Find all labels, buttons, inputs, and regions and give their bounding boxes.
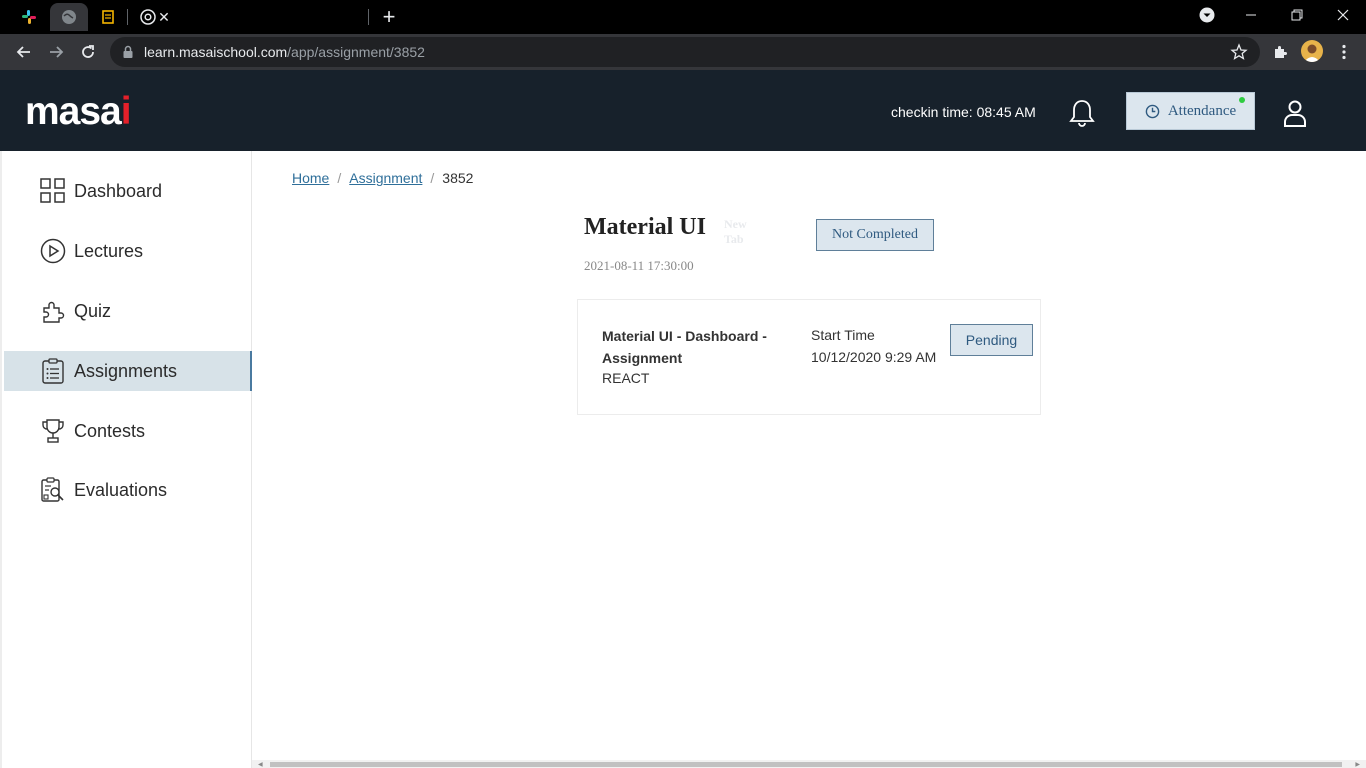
attendance-button[interactable]: Attendance bbox=[1126, 92, 1255, 130]
online-status-dot bbox=[1239, 97, 1245, 103]
horizontal-scrollbar[interactable]: ◀ ▶ bbox=[252, 760, 1366, 768]
reload-icon bbox=[82, 45, 94, 58]
tab-slack[interactable] bbox=[10, 3, 48, 31]
extensions-button[interactable] bbox=[1266, 38, 1294, 66]
pending-status-button[interactable]: Pending bbox=[950, 324, 1033, 356]
browser-toolbar: learn.masaischool.com/app/assignment/385… bbox=[0, 34, 1366, 70]
chrome-icon bbox=[140, 9, 156, 25]
page-title: Material UI bbox=[584, 214, 706, 240]
page-root: New Tab ✕ + learn.masaischool.com/app/as… bbox=[0, 0, 1366, 768]
sidebar-item-lectures[interactable]: Lectures bbox=[4, 231, 252, 271]
assignment-date: 2021-08-11 17:30:00 bbox=[584, 258, 694, 273]
sidebar-item-label: Dashboard bbox=[74, 180, 163, 201]
scrollbar-thumb[interactable] bbox=[270, 762, 1342, 767]
puzzle-icon bbox=[40, 298, 66, 324]
sidebar-item-label: Evaluations bbox=[74, 479, 168, 500]
sidebar-item-contests[interactable]: Contests bbox=[4, 411, 252, 451]
start-time-value: 10/12/2020 9:29 AM bbox=[811, 349, 937, 365]
breadcrumb-assignment-link[interactable]: Assignment bbox=[349, 170, 422, 186]
puzzle-extension-icon bbox=[1275, 46, 1287, 58]
dashboard-grid-icon bbox=[40, 178, 66, 204]
restore-icon bbox=[1291, 9, 1303, 21]
minimize-button[interactable] bbox=[1228, 0, 1274, 30]
close-icon bbox=[1337, 9, 1349, 21]
clipboard-list-icon bbox=[40, 358, 66, 384]
breadcrumb: Home / Assignment / 3852 bbox=[292, 170, 473, 186]
url-host: learn.masaischool.com bbox=[144, 44, 288, 60]
evaluation-icon bbox=[40, 477, 66, 503]
scroll-left-icon[interactable]: ◀ bbox=[258, 761, 263, 768]
assignment-card-tag: REACT bbox=[602, 370, 650, 386]
sidebar-item-quiz[interactable]: Quiz bbox=[4, 291, 252, 331]
url-text: learn.masaischool.com/app/assignment/385… bbox=[144, 44, 425, 60]
sidebar-item-evaluations[interactable]: Evaluations bbox=[4, 470, 252, 510]
user-icon[interactable] bbox=[1283, 99, 1307, 127]
trophy-icon bbox=[40, 418, 66, 444]
start-time-label: Start Time bbox=[811, 327, 875, 343]
app-header: masai checkin time: 08:45 AM Attendance bbox=[0, 70, 1366, 151]
status-badge: Not Completed bbox=[816, 219, 934, 251]
sidebar-item-assignments[interactable]: Assignments bbox=[4, 351, 252, 391]
logo-text: masa bbox=[25, 90, 122, 133]
close-window-button[interactable] bbox=[1320, 0, 1366, 30]
sidebar-item-label: Contests bbox=[74, 420, 146, 441]
breadcrumb-separator: / bbox=[430, 170, 435, 186]
profile-avatar[interactable] bbox=[1301, 40, 1323, 62]
breadcrumb-home-link[interactable]: Home bbox=[292, 170, 329, 186]
clock-icon bbox=[1145, 104, 1160, 118]
restore-button[interactable] bbox=[1274, 0, 1320, 30]
scroll-right-icon[interactable]: ▶ bbox=[1355, 761, 1360, 768]
sidebar-item-dashboard[interactable]: Dashboard bbox=[4, 171, 252, 211]
browser-tab-strip: New Tab ✕ + bbox=[0, 0, 1366, 246]
assignment-card-title: Material UI - Dashboard - Assignment bbox=[602, 328, 767, 366]
back-button[interactable] bbox=[10, 38, 38, 66]
tab-notes[interactable] bbox=[89, 3, 127, 31]
tab-divider bbox=[368, 9, 369, 25]
globe-icon bbox=[62, 10, 76, 24]
attendance-label: Attendance bbox=[1167, 102, 1237, 119]
checkin-time: checkin time: 08:45 AM bbox=[891, 104, 1036, 120]
more-vertical-icon bbox=[1342, 44, 1346, 60]
address-bar[interactable]: learn.masaischool.com/app/assignment/385… bbox=[110, 37, 1260, 67]
tab-search-button[interactable] bbox=[1184, 0, 1230, 30]
arrow-right-icon bbox=[50, 46, 64, 58]
breadcrumb-separator: / bbox=[337, 170, 342, 186]
sidebar-item-label: Lectures bbox=[74, 240, 144, 261]
notes-icon bbox=[102, 10, 114, 24]
assignment-card[interactable]: Material UI - Dashboard - Assignment REA… bbox=[577, 299, 1041, 415]
masai-logo[interactable]: masai bbox=[25, 90, 132, 134]
logo-accent: i bbox=[120, 90, 132, 133]
play-circle-icon bbox=[40, 238, 66, 264]
chevron-down-circle-icon bbox=[1199, 7, 1215, 23]
tab-new-tab[interactable]: New Tab ✕ bbox=[132, 3, 747, 246]
profile-photo-icon bbox=[1304, 44, 1320, 62]
new-tab-button[interactable]: + bbox=[377, 6, 401, 28]
sidebar-item-label: Quiz bbox=[74, 300, 112, 321]
tab-active-masai[interactable] bbox=[50, 3, 88, 31]
bell-icon[interactable] bbox=[1068, 98, 1096, 128]
reload-button[interactable] bbox=[74, 38, 102, 66]
bookmark-star-icon[interactable] bbox=[1230, 43, 1248, 61]
minimize-icon bbox=[1246, 14, 1256, 16]
breadcrumb-current: 3852 bbox=[442, 170, 474, 186]
sidebar-item-label: Assignments bbox=[74, 360, 178, 381]
sidebar: Dashboard Lectures Quiz Assignments Cont… bbox=[0, 151, 252, 768]
close-tab-icon[interactable]: ✕ bbox=[156, 9, 172, 25]
forward-button[interactable] bbox=[42, 38, 70, 66]
tab-title: New Tab bbox=[724, 217, 747, 246]
url-path: /app/assignment/3852 bbox=[287, 44, 425, 60]
slack-icon bbox=[22, 10, 36, 24]
tab-divider bbox=[127, 9, 128, 25]
arrow-left-icon bbox=[16, 46, 30, 58]
browser-menu-button[interactable] bbox=[1330, 38, 1358, 66]
lock-icon bbox=[123, 45, 133, 58]
